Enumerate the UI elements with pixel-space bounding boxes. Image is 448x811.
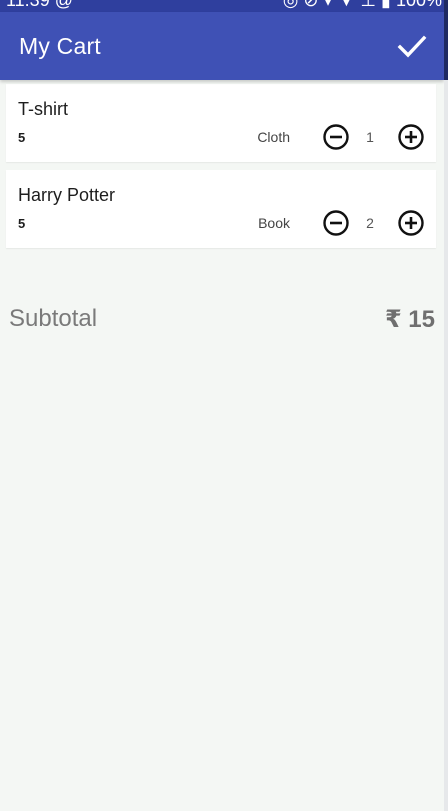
cart-item: T-shirt 5 Cloth 1 (6, 84, 436, 162)
item-category: Book (258, 215, 290, 231)
confirm-button[interactable] (394, 28, 430, 64)
subtotal-value: ₹ 15 (384, 306, 435, 333)
cart-screen: 11:39 @ ◎ ⊘ ▾ ▼ ⊥ ▮ 100% My Cart T-shirt… (0, 0, 448, 811)
subtotal-row: Subtotal ₹ 15 (9, 305, 435, 337)
check-icon (397, 35, 427, 58)
minus-circle-icon (323, 210, 349, 236)
decrease-quantity-button[interactable] (322, 123, 350, 151)
minus-circle-icon (323, 124, 349, 150)
page-title: My Cart (19, 32, 101, 59)
item-name: T-shirt (18, 99, 69, 119)
status-time: 11:39 @ (6, 0, 73, 10)
status-icons: ◎ ⊘ ▾ ▼ ⊥ ▮ 100% (282, 0, 442, 10)
quantity-value: 2 (366, 215, 374, 231)
plus-circle-icon (398, 124, 424, 150)
increase-quantity-button[interactable] (397, 209, 425, 237)
subtotal-label: Subtotal (9, 305, 98, 332)
decrease-quantity-button[interactable] (322, 209, 350, 237)
status-bar: 11:39 @ ◎ ⊘ ▾ ▼ ⊥ ▮ 100% (0, 0, 448, 12)
cart-list: T-shirt 5 Cloth 1 Harry Potter 5 Book 2 (6, 84, 436, 256)
increase-quantity-button[interactable] (397, 123, 425, 151)
item-name: Harry Potter (18, 185, 116, 205)
item-price: 5 (18, 216, 26, 231)
item-category: Cloth (257, 129, 290, 145)
quantity-value: 1 (366, 129, 374, 145)
screen-edge-light (444, 80, 448, 811)
item-price: 5 (18, 130, 26, 145)
plus-circle-icon (398, 210, 424, 236)
cart-item: Harry Potter 5 Book 2 (6, 170, 436, 248)
app-toolbar: My Cart (0, 12, 444, 80)
